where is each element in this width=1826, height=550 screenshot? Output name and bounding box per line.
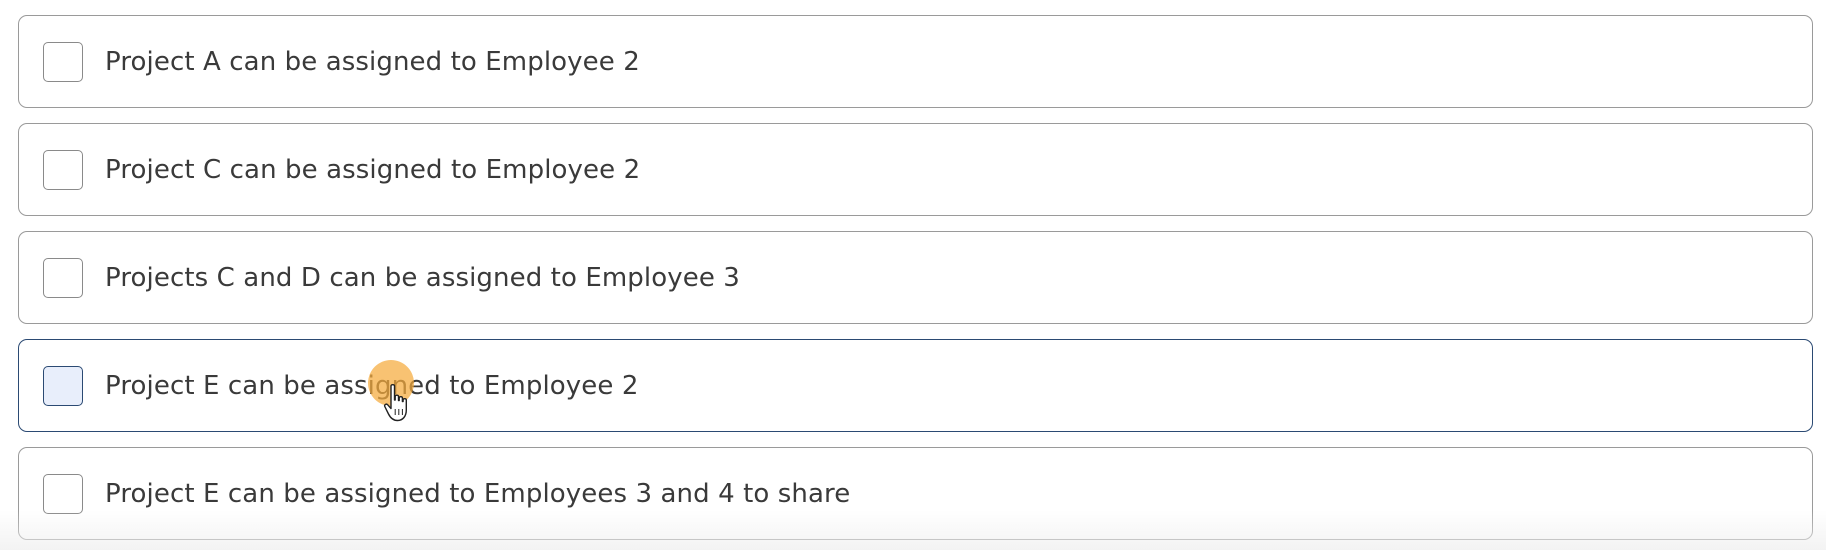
option-checkbox[interactable] — [43, 41, 83, 82]
option-checkbox[interactable] — [43, 365, 83, 406]
option-checkbox[interactable] — [43, 473, 83, 514]
option-checkbox[interactable] — [43, 149, 83, 190]
option-project-c-employee-2[interactable]: Project C can be assigned to Employee 2 — [18, 123, 1813, 216]
option-project-e-employee-2[interactable]: Project E can be assigned to Employee 2 — [18, 339, 1813, 432]
option-checkbox[interactable] — [43, 257, 83, 298]
option-projects-c-d-employee-3[interactable]: Projects C and D can be assigned to Empl… — [18, 231, 1813, 324]
option-label: Project C can be assigned to Employee 2 — [105, 154, 641, 185]
option-label: Project E can be assigned to Employees 3… — [105, 478, 851, 509]
answer-options-list: Project A can be assigned to Employee 2 … — [0, 0, 1826, 550]
option-project-e-employees-3-4-share[interactable]: Project E can be assigned to Employees 3… — [18, 447, 1813, 540]
option-project-a-employee-2[interactable]: Project A can be assigned to Employee 2 — [18, 15, 1813, 108]
option-label: Projects C and D can be assigned to Empl… — [105, 262, 740, 293]
option-label: Project E can be assigned to Employee 2 — [105, 370, 639, 401]
option-label: Project A can be assigned to Employee 2 — [105, 46, 640, 77]
